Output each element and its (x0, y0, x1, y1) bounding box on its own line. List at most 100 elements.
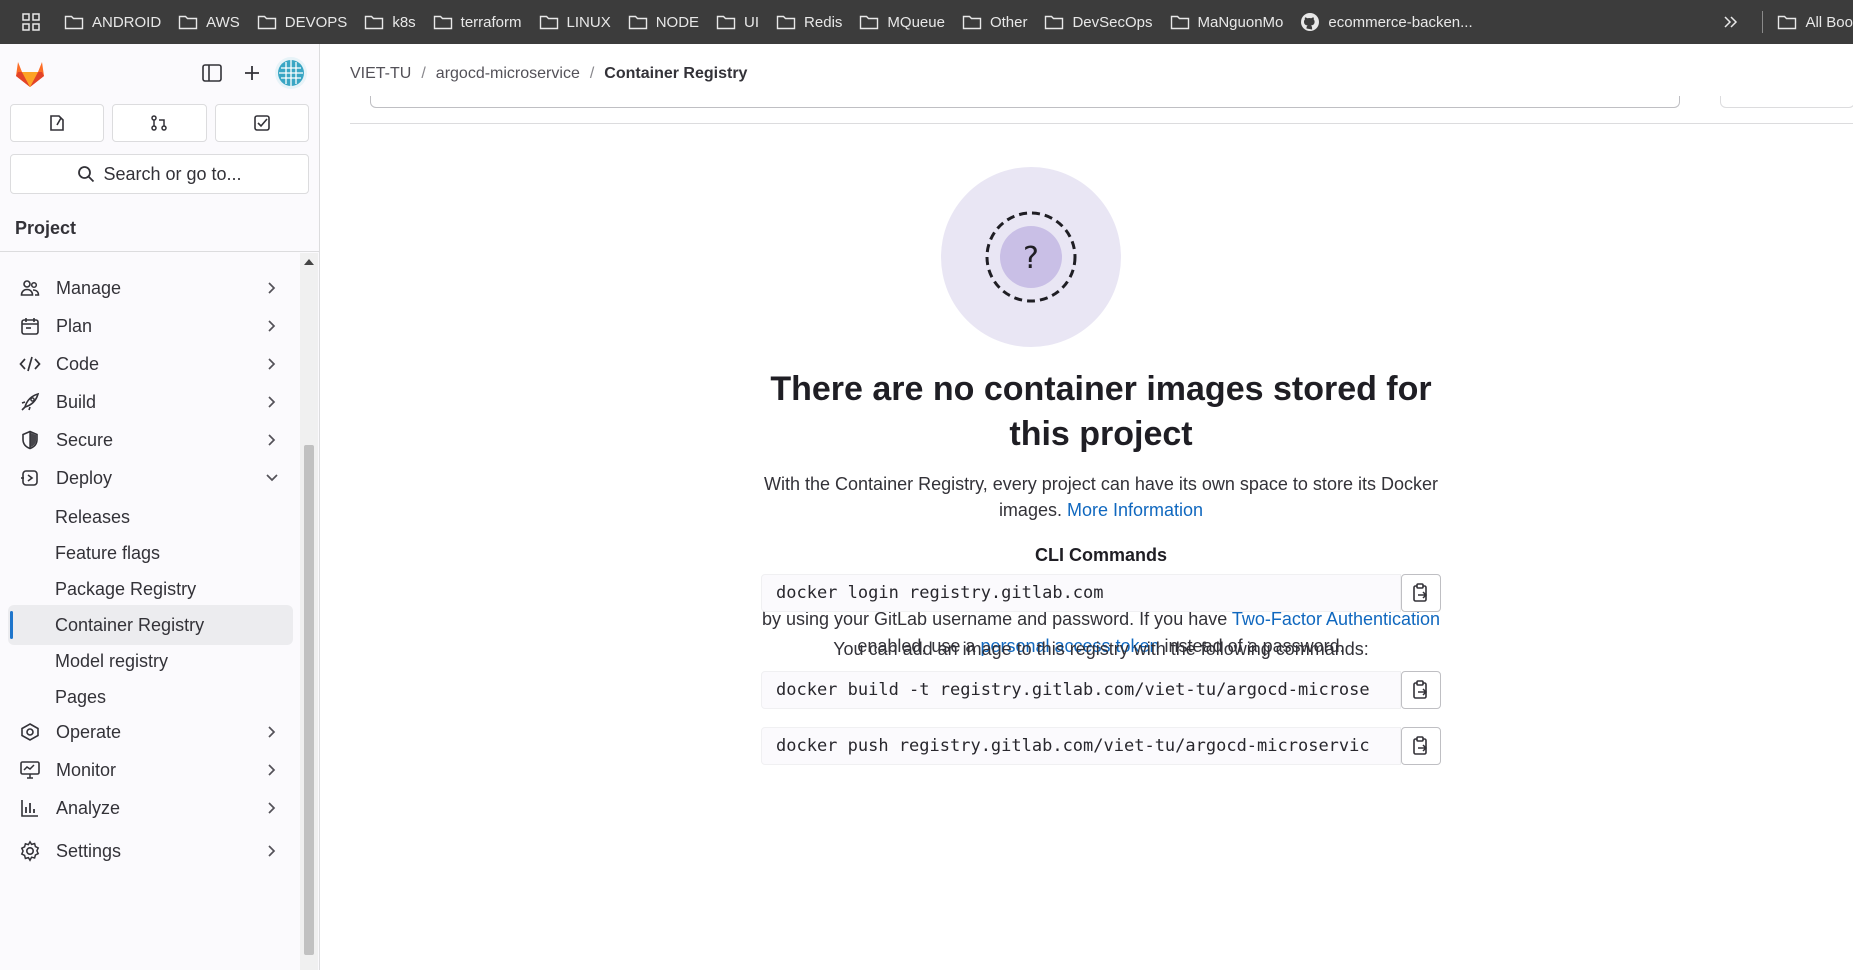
sidebar-item-plan[interactable]: Plan (8, 307, 293, 345)
bookmark-label: terraform (460, 13, 522, 31)
login-command-text[interactable]: docker login registry.gitlab.com (761, 574, 1401, 612)
build-command-text[interactable]: docker build -t registry.gitlab.com/viet… (761, 671, 1401, 709)
main-content: VIET-TU / argocd-microservice / Containe… (321, 44, 1853, 970)
sidebar-scrollbar[interactable] (300, 253, 318, 970)
calendar-icon (18, 314, 42, 338)
issues-icon (50, 115, 64, 131)
sidebar-item-build[interactable]: Build (8, 383, 293, 421)
empty-state-title: There are no container images stored for… (770, 370, 1432, 453)
sidebar-item-analyze[interactable]: Analyze (8, 789, 293, 827)
bookmark-item[interactable]: LINUX (539, 0, 611, 44)
bookmark-item[interactable]: Redis (776, 0, 842, 44)
chevron-right-icon (268, 358, 276, 370)
all-bookmarks-label: All Boo (1805, 13, 1853, 31)
empty-state-description: With the Container Registry, every proje… (761, 471, 1441, 523)
sidebar-subitem-container-registry[interactable]: Container Registry (8, 605, 293, 645)
copy-icon (1413, 736, 1428, 755)
scrollbar-thumb[interactable] (304, 445, 314, 955)
add-image-note: You can add an image to this registry wi… (833, 639, 1369, 659)
sidebar-subitem-pages[interactable]: Pages (8, 677, 293, 717)
create-new-icon[interactable] (235, 56, 269, 90)
bookmark-item[interactable]: MQueue (859, 0, 945, 44)
sidebar-item-settings[interactable]: Settings (8, 832, 293, 870)
svg-text:?: ? (1023, 241, 1039, 276)
bookmark-label: MaNguonMo (1197, 13, 1284, 31)
sidebar-subitem-releases[interactable]: Releases (8, 497, 293, 537)
bookmark-item[interactable]: DevSecOps (1044, 0, 1153, 44)
search-button[interactable]: Search or go to... (10, 154, 309, 194)
chevron-right-icon (263, 761, 281, 779)
build-command: docker build -t registry.gitlab.com/viet… (761, 671, 1441, 709)
apps-grid-icon[interactable] (14, 0, 48, 44)
todo-icon (254, 115, 270, 131)
folder-icon (1778, 15, 1797, 30)
more-information-link[interactable]: More Information (1067, 500, 1203, 520)
chart-icon (18, 796, 42, 820)
chevron-right-icon (263, 799, 281, 817)
chevron-right-icon (268, 434, 276, 446)
issues-counter-button[interactable] (10, 104, 105, 142)
two-factor-auth-link[interactable]: Two-Factor Authentication (1232, 609, 1440, 629)
more-bookmarks-icon[interactable] (1716, 0, 1746, 44)
copy-build-command-button[interactable] (1401, 671, 1441, 709)
sidebar-nav: Manage Plan Code Build Secure Deploy Releases F… (0, 253, 300, 970)
login-command: docker login registry.gitlab.com (761, 574, 1441, 612)
chevron-right-icon (268, 845, 276, 857)
push-command-text[interactable]: docker push registry.gitlab.com/viet-tu/… (761, 727, 1401, 765)
sidebar-item-manage[interactable]: Manage (8, 269, 293, 307)
rocket-icon (18, 390, 42, 414)
folder-icon (962, 14, 982, 30)
folder-icon (716, 14, 736, 30)
breadcrumb-current[interactable]: Container Registry (604, 65, 747, 83)
all-bookmarks-folder[interactable]: All Boo (1777, 0, 1853, 44)
sidebar-subitem-package-registry[interactable]: Package Registry (8, 569, 293, 609)
sidebar-item-label: Build (56, 391, 97, 412)
folder-icon (1044, 14, 1064, 30)
chevron-right-icon (263, 355, 281, 373)
todos-counter-button[interactable] (214, 104, 309, 142)
cli-commands-heading: CLI Commands (1034, 545, 1167, 565)
folder-icon (64, 14, 84, 30)
scroll-up-icon[interactable] (304, 259, 314, 265)
chevron-right-icon (263, 431, 281, 449)
avatar[interactable] (275, 57, 307, 89)
toggle-sidebar-icon[interactable] (195, 56, 229, 90)
copy-icon (1413, 583, 1428, 602)
bookmark-item[interactable]: Other (962, 0, 1027, 44)
bookmark-item[interactable]: ecommerce-backen... (1300, 0, 1473, 44)
sidebar-item-label: Code (56, 353, 100, 374)
chevron-right-icon (263, 393, 281, 411)
sidebar-item-code[interactable]: Code (8, 345, 293, 383)
gitlab-logo-icon[interactable] (12, 55, 48, 91)
copy-login-command-button[interactable] (1401, 574, 1441, 612)
chevron-right-icon (268, 396, 276, 408)
bookmark-item[interactable]: UI (716, 0, 759, 44)
merge-requests-counter-button[interactable] (112, 104, 207, 142)
bookmark-item[interactable]: DEVOPS (257, 0, 347, 44)
bookmark-item[interactable]: MaNguonMo (1170, 0, 1284, 44)
bookmark-item[interactable]: k8s (364, 0, 416, 44)
copy-push-command-button[interactable] (1401, 727, 1441, 765)
chevron-down-icon (263, 469, 281, 487)
bookmark-item[interactable]: terraform (433, 0, 522, 44)
sidebar-item-secure[interactable]: Secure (8, 421, 293, 459)
sidebar-subitem-model-registry[interactable]: Model registry (8, 641, 293, 681)
sidebar-item-deploy[interactable]: Deploy (8, 459, 293, 497)
empty-state-illustration: ? (941, 167, 1121, 347)
chevron-right-icon (263, 279, 281, 297)
search-icon (78, 166, 95, 183)
github-icon (1300, 12, 1320, 32)
breadcrumb-project[interactable]: argocd-microservice (436, 65, 580, 83)
bookmark-item[interactable]: ANDROID (64, 0, 161, 44)
bookmark-label: NODE (655, 13, 700, 31)
bookmark-item[interactable]: AWS (178, 0, 240, 44)
sidebar-item-operate[interactable]: Operate (8, 713, 293, 751)
sidebar-subitem-feature-flags[interactable]: Feature flags (8, 533, 293, 573)
bookmark-item[interactable]: NODE (628, 0, 699, 44)
folder-icon (539, 14, 559, 30)
bookmark-label: DevSecOps (1072, 13, 1153, 31)
project-sidebar: Search or go to... Project Manage Plan Cod… (0, 44, 320, 970)
breadcrumb-group[interactable]: VIET-TU (350, 65, 411, 83)
bookmark-label: UI (744, 13, 760, 31)
sidebar-item-monitor[interactable]: Monitor (8, 751, 293, 789)
